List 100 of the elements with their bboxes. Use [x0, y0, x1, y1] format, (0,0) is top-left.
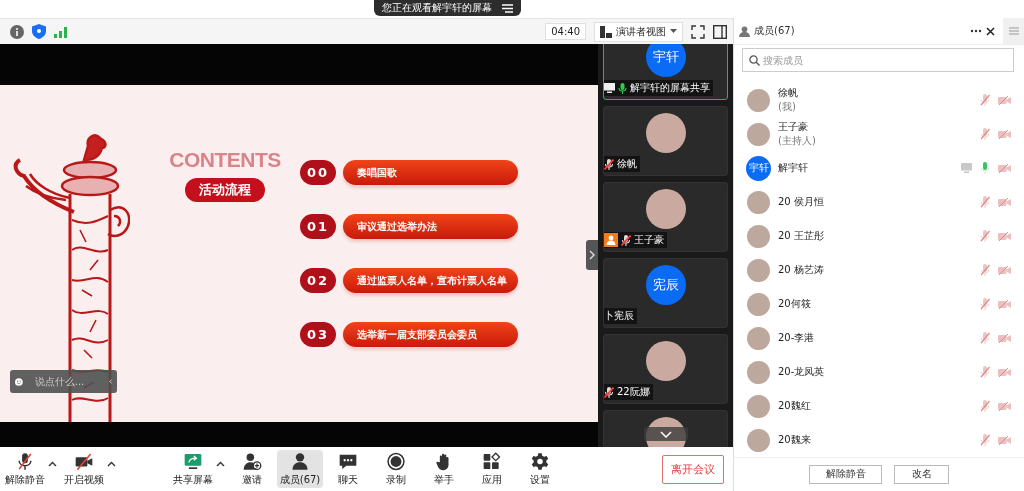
- member-row[interactable]: 20魏来: [734, 423, 1024, 457]
- caret-icon[interactable]: [107, 461, 116, 467]
- member-row[interactable]: 王子豪 (主持人): [734, 117, 1024, 151]
- member-name: 王子豪: [778, 120, 809, 134]
- close-icon[interactable]: [986, 26, 995, 36]
- search-icon: [749, 54, 760, 66]
- record-button[interactable]: 录制: [373, 450, 419, 488]
- invite-button[interactable]: 邀请: [229, 450, 275, 488]
- muted-mic-icon[interactable]: [980, 434, 990, 446]
- camera-off-icon[interactable]: [998, 197, 1011, 207]
- camera-off-icon[interactable]: [998, 95, 1011, 105]
- member-name: 20魏来: [778, 433, 811, 447]
- scroll-down-button[interactable]: [644, 427, 688, 441]
- muted-mic-icon[interactable]: [980, 128, 990, 140]
- avatar: [747, 394, 770, 418]
- camera-off-icon[interactable]: [998, 265, 1011, 275]
- muted-mic-icon[interactable]: [980, 230, 990, 242]
- participant-name: 解宇轩的屏幕共享: [630, 81, 710, 95]
- fullscreen-icon[interactable]: [691, 24, 705, 39]
- video-tile[interactable]: 徐帆: [603, 106, 728, 176]
- add-person-icon: [242, 451, 262, 471]
- apps-icon: [482, 451, 502, 471]
- member-name: 20魏红: [778, 399, 811, 413]
- leave-meeting-button[interactable]: 离开会议: [662, 454, 724, 484]
- camera-off-icon[interactable]: [998, 163, 1011, 173]
- member-row[interactable]: 宇轩 解宇轩: [734, 151, 1024, 185]
- agenda-item: 通过监票人名单，宣布计票人名单: [343, 268, 518, 293]
- settings-button[interactable]: 设置: [517, 450, 563, 488]
- apps-button[interactable]: 应用: [469, 450, 515, 488]
- avatar: [747, 292, 770, 316]
- muted-mic-icon[interactable]: [980, 264, 990, 276]
- muted-mic-icon[interactable]: [980, 196, 990, 208]
- avatar: [747, 190, 770, 214]
- menu-button[interactable]: [1003, 18, 1024, 44]
- members-button[interactable]: 成员(67): [277, 450, 323, 488]
- muted-mic-icon[interactable]: [980, 298, 990, 310]
- muted-mic-icon[interactable]: [980, 94, 990, 106]
- hand-button[interactable]: 举手: [421, 450, 467, 488]
- member-row[interactable]: 20-龙凤英: [734, 355, 1024, 389]
- camera-off-icon[interactable]: [998, 231, 1011, 241]
- unmute-all-button[interactable]: 解除静音: [809, 465, 882, 484]
- member-row[interactable]: 20 侯月恒: [734, 185, 1024, 219]
- signal-icon[interactable]: [54, 25, 68, 38]
- participant-name: 卜宪辰: [604, 309, 634, 323]
- member-row[interactable]: 徐帆 (我): [734, 83, 1024, 117]
- member-role: (主持人): [778, 134, 816, 148]
- list-icon[interactable]: [501, 3, 513, 13]
- avatar: [645, 341, 686, 381]
- camera-off-icon[interactable]: [998, 333, 1011, 343]
- member-name: 20何筱: [778, 297, 811, 311]
- camera-off-icon[interactable]: [998, 129, 1011, 139]
- avatar: [747, 428, 770, 452]
- camera-off-icon[interactable]: [998, 367, 1011, 377]
- text-avatar: 宪辰: [645, 265, 686, 305]
- rename-button[interactable]: 改名: [894, 465, 949, 484]
- share-button[interactable]: 共享屏幕: [170, 450, 216, 488]
- avatar: [645, 113, 686, 153]
- section-label: 活动流程: [185, 178, 265, 202]
- member-row[interactable]: 20 杨艺涛: [734, 253, 1024, 287]
- video-tile[interactable]: 王子豪: [603, 182, 728, 252]
- member-name: 徐帆: [778, 86, 798, 100]
- chat-field[interactable]: 说点什么...: [10, 370, 117, 393]
- member-row[interactable]: 20 王芷彤: [734, 219, 1024, 253]
- search-field[interactable]: 搜索成员: [742, 48, 1014, 72]
- participant-name: 王子豪: [634, 233, 664, 247]
- video-tile[interactable]: 宪辰 卜宪辰: [603, 258, 728, 328]
- muted-mic-icon[interactable]: [980, 332, 990, 344]
- shield-icon[interactable]: [32, 24, 46, 39]
- member-name: 20-龙凤英: [778, 365, 825, 379]
- more-icon[interactable]: [970, 29, 982, 33]
- avatar: [645, 189, 686, 229]
- member-row[interactable]: 20-李港: [734, 321, 1024, 355]
- collapse-handle[interactable]: [586, 240, 598, 270]
- member-row[interactable]: 20魏红: [734, 389, 1024, 423]
- chat-button[interactable]: 聊天: [325, 450, 371, 488]
- chat-input[interactable]: 说点什么...: [26, 376, 105, 387]
- caret-icon[interactable]: [216, 461, 225, 467]
- mic-icon[interactable]: [980, 162, 990, 174]
- side-panel-icon[interactable]: [713, 24, 727, 39]
- camera-off-icon[interactable]: [998, 299, 1011, 309]
- item-number: 03: [300, 322, 336, 347]
- view-selector[interactable]: 演讲者视图: [594, 21, 683, 42]
- muted-mic-icon[interactable]: [980, 400, 990, 412]
- avatar: [747, 122, 770, 146]
- member-row[interactable]: 20何筱: [734, 287, 1024, 321]
- agenda-item: 审议通过选举办法: [343, 214, 518, 239]
- caret-icon[interactable]: [48, 461, 57, 467]
- agenda-item: 奏唱国歌: [343, 160, 518, 185]
- camera-off-icon[interactable]: [998, 401, 1011, 411]
- menu-icon: [1008, 27, 1019, 35]
- text-avatar: 宇轩: [746, 155, 771, 181]
- muted-mic-icon[interactable]: [980, 366, 990, 378]
- video-tile[interactable]: 宇轩 解宇轩的屏幕共享: [603, 44, 728, 100]
- info-icon[interactable]: [10, 24, 24, 39]
- video-tile[interactable]: 22阮娜: [603, 334, 728, 404]
- text-avatar: 宇轩: [645, 44, 686, 77]
- avatar: [747, 88, 770, 112]
- participant-name: 22阮娜: [617, 385, 650, 399]
- camera-off-icon[interactable]: [998, 435, 1011, 445]
- chevron-left-icon[interactable]: [108, 377, 112, 386]
